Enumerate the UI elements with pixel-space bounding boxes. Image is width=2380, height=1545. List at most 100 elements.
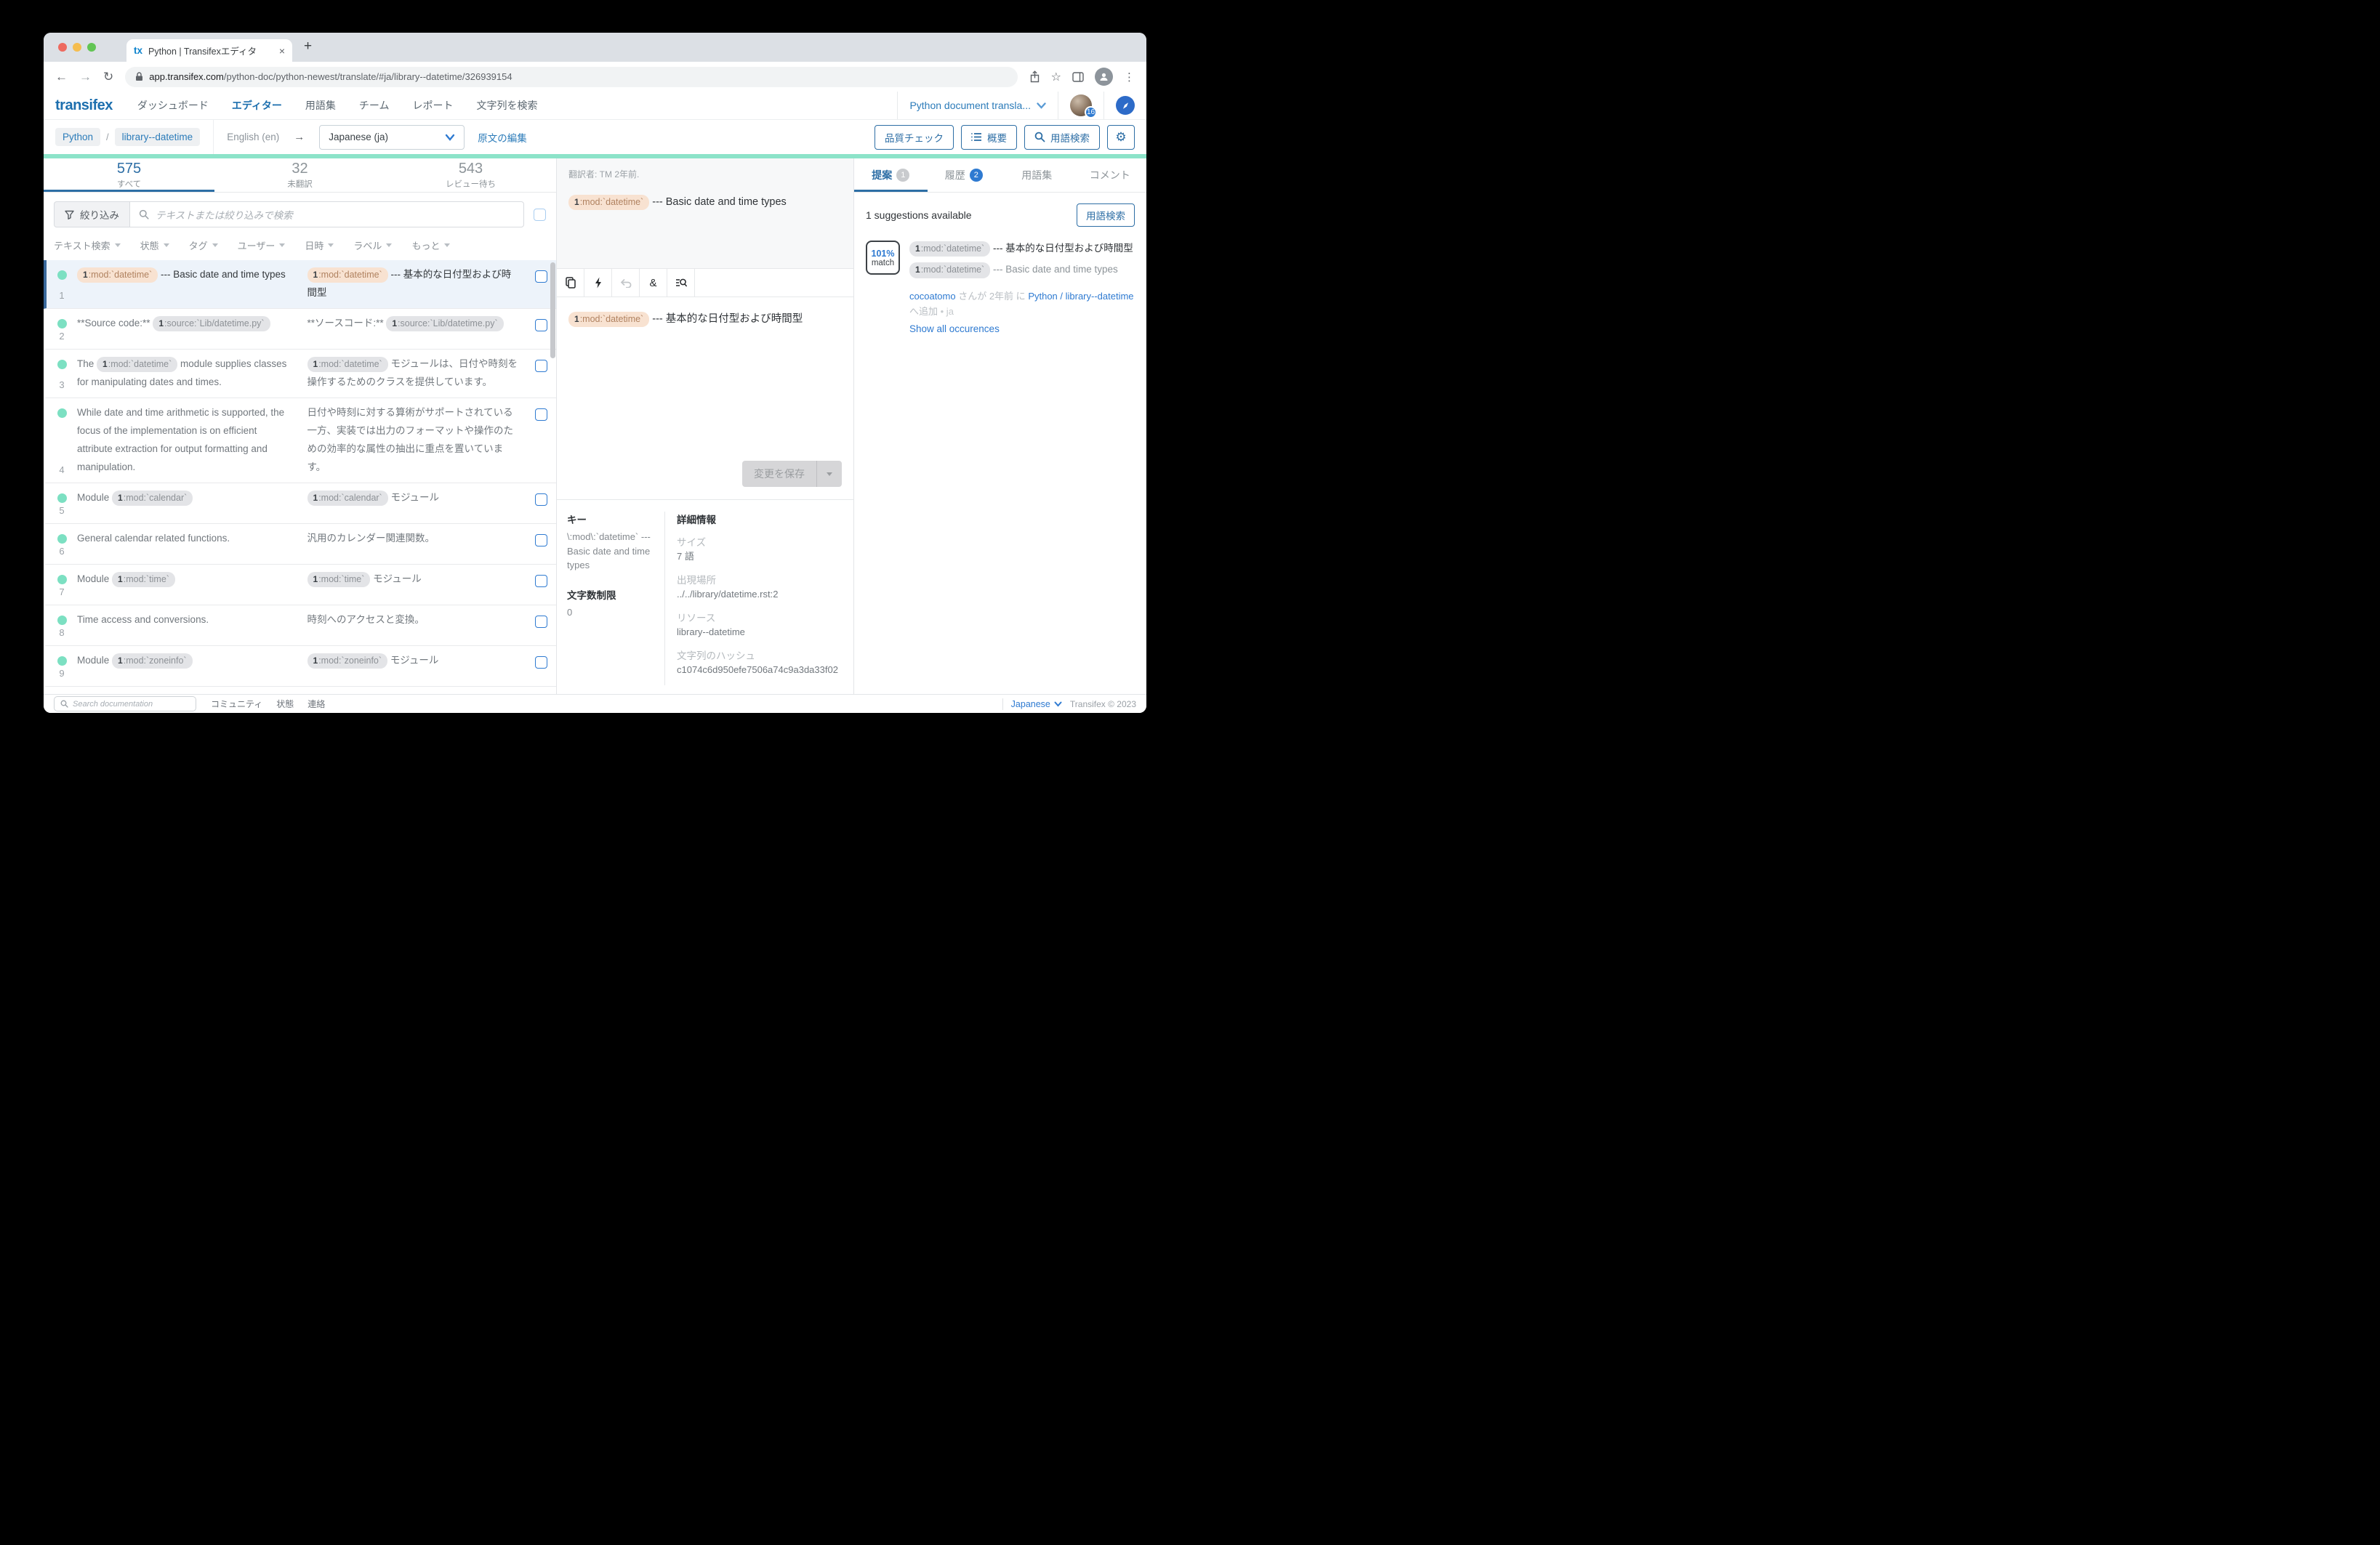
string-row[interactable]: 11:mod:`datetime` --- Basic date and tim… <box>44 260 556 309</box>
breadcrumb-project[interactable]: Python <box>55 128 100 146</box>
share-icon[interactable] <box>1029 70 1040 83</box>
browser-tab[interactable]: tx Python | Transifexエディタ × <box>126 39 292 62</box>
string-row[interactable]: 4While date and time arithmetic is suppo… <box>44 398 556 483</box>
kebab-menu-icon[interactable]: ⋮ <box>1124 70 1135 84</box>
row-checkbox[interactable] <box>535 493 547 506</box>
list-tab[interactable]: 543レビュー待ち <box>385 158 556 192</box>
save-options-button[interactable] <box>817 472 842 476</box>
nav-item[interactable]: 文字列を検索 <box>477 98 538 113</box>
detail-value: ../../library/datetime.rst:2 <box>677 588 842 602</box>
edit-source-link[interactable]: 原文の編集 <box>478 130 527 145</box>
filter-chip[interactable]: ユーザー <box>238 238 286 252</box>
suggestions-tab[interactable]: コメント <box>1074 158 1147 192</box>
row-checkbox[interactable] <box>535 616 547 628</box>
breadcrumb-resource[interactable]: library--datetime <box>115 128 201 146</box>
footer-link[interactable]: コミュニティ <box>211 698 262 710</box>
settings-button[interactable]: ⚙ <box>1107 125 1135 150</box>
save-button-label: 変更を保存 <box>742 467 816 481</box>
nav-item[interactable]: レポート <box>413 98 454 113</box>
machine-translation-button[interactable] <box>584 269 612 297</box>
footer-link[interactable]: 状態 <box>276 698 294 710</box>
filter-chip[interactable]: ラベル <box>353 238 392 252</box>
nav-item[interactable]: ダッシュボード <box>137 98 209 113</box>
show-all-occurrences-link[interactable]: Show all occurences <box>909 320 1135 339</box>
special-characters-button[interactable]: & <box>640 269 667 297</box>
string-source: **Source code:** 1:source:`Lib/datetime.… <box>77 315 307 343</box>
close-window-button[interactable] <box>58 43 67 52</box>
string-row[interactable]: 8Time access and conversions.時刻へのアクセスと変換… <box>44 605 556 646</box>
string-row-checkbox-cell <box>526 530 556 558</box>
concordance-icon-button[interactable] <box>667 269 695 297</box>
concordance-search-button[interactable]: 用語検索 <box>1024 125 1100 150</box>
suggestion-item[interactable]: 101% match 1:mod:`datetime` --- 基本的な日付型お… <box>866 239 1135 339</box>
nav-item[interactable]: 用語集 <box>305 98 336 113</box>
list-tab-label: すべて <box>117 178 141 190</box>
tab-close-icon[interactable]: × <box>279 45 285 57</box>
string-row[interactable]: 7Module 1:mod:`time`1:mod:`time` モジュール <box>44 565 556 605</box>
reload-icon[interactable]: ↻ <box>103 70 113 83</box>
suggestions-tab[interactable]: 用語集 <box>1000 158 1074 192</box>
concordance-search-button-right[interactable]: 用語検索 <box>1077 203 1135 227</box>
string-row[interactable]: 3The 1:mod:`datetime` module supplies cl… <box>44 350 556 398</box>
save-row: 変更を保存 <box>557 461 853 499</box>
overview-button[interactable]: 概要 <box>961 125 1017 150</box>
minimize-window-button[interactable] <box>73 43 81 52</box>
filter-chip[interactable]: 状態 <box>140 238 169 252</box>
row-checkbox[interactable] <box>535 656 547 669</box>
undo-button[interactable] <box>612 269 640 297</box>
string-row[interactable]: 9Module 1:mod:`zoneinfo`1:mod:`zoneinfo`… <box>44 646 556 687</box>
list-tab[interactable]: 575すべて <box>44 158 214 192</box>
string-row[interactable]: 6General calendar related functions.汎用のカ… <box>44 524 556 565</box>
back-icon[interactable]: ← <box>55 70 68 83</box>
string-row[interactable]: 2**Source code:** 1:source:`Lib/datetime… <box>44 309 556 350</box>
new-tab-button[interactable]: + <box>304 43 312 50</box>
select-all-checkbox[interactable] <box>534 209 546 221</box>
save-button[interactable]: 変更を保存 <box>742 461 842 487</box>
nav-item[interactable]: エディター <box>232 98 282 113</box>
address-bar[interactable]: app.transifex.com/python-doc/python-newe… <box>125 67 1017 87</box>
footer-link[interactable]: 連絡 <box>307 698 325 710</box>
list-tab[interactable]: 32未翻訳 <box>214 158 385 192</box>
filter-button[interactable]: 絞り込み <box>54 201 129 227</box>
meta-link[interactable]: cocoatomo <box>909 291 956 302</box>
copy-source-button[interactable] <box>557 269 584 297</box>
project-switcher[interactable]: Python document transla... <box>898 92 1058 119</box>
string-search-input[interactable]: テキストまたは絞り込みで検索 <box>129 201 524 227</box>
row-checkbox[interactable] <box>535 319 547 331</box>
suggestions-tab[interactable]: 提案1 <box>854 158 928 192</box>
scrollbar-thumb[interactable] <box>550 262 555 358</box>
row-checkbox[interactable] <box>535 534 547 546</box>
target-language-select[interactable]: Japanese (ja) <box>319 125 465 150</box>
footer-language-select[interactable]: Japanese <box>1011 699 1062 709</box>
filter-chip[interactable]: テキスト検索 <box>54 238 121 252</box>
string-row[interactable]: 5Module 1:mod:`calendar`1:mod:`calendar`… <box>44 483 556 524</box>
filter-chip[interactable]: もっと <box>411 238 450 252</box>
inline-tag: 1:mod:`time` <box>112 572 175 587</box>
side-panel-icon[interactable] <box>1072 72 1084 82</box>
quality-check-button[interactable]: 品質チェック <box>875 125 954 150</box>
translation-editor[interactable]: 1:mod:`datetime` --- 基本的な日付型および時間型 <box>557 297 853 461</box>
row-checkbox[interactable] <box>535 575 547 587</box>
filter-chip[interactable]: 日時 <box>305 238 334 252</box>
string-row-gutter: 1 <box>47 266 77 302</box>
meta-text: へ追加 <box>909 306 938 317</box>
bookmark-star-icon[interactable]: ☆ <box>1051 70 1061 84</box>
text-segment: 日付や時刻に対する算術がサポートされている一方、実装では出力のフォーマットや操作… <box>307 407 514 472</box>
meta-text: さんが 2年前 に <box>958 291 1025 302</box>
filter-chip[interactable]: タグ <box>189 238 218 252</box>
maximize-window-button[interactable] <box>87 43 96 52</box>
forward-icon[interactable]: → <box>79 70 92 83</box>
doc-search-input[interactable]: Search documentation <box>54 696 196 711</box>
list-tab-label: 未翻訳 <box>287 178 313 190</box>
help-menu[interactable] <box>1104 92 1146 119</box>
row-checkbox[interactable] <box>535 360 547 372</box>
suggestions-tab-label: コメント <box>1090 168 1130 182</box>
row-checkbox[interactable] <box>535 270 547 283</box>
row-checkbox[interactable] <box>535 408 547 421</box>
meta-link[interactable]: Python / library--datetime <box>1028 291 1133 302</box>
suggestions-tab[interactable]: 履歴2 <box>928 158 1001 192</box>
nav-item[interactable]: チーム <box>359 98 390 113</box>
browser-profile-avatar[interactable] <box>1095 68 1113 86</box>
key-label: キー <box>567 512 654 526</box>
user-menu[interactable]: 16 <box>1058 92 1103 119</box>
